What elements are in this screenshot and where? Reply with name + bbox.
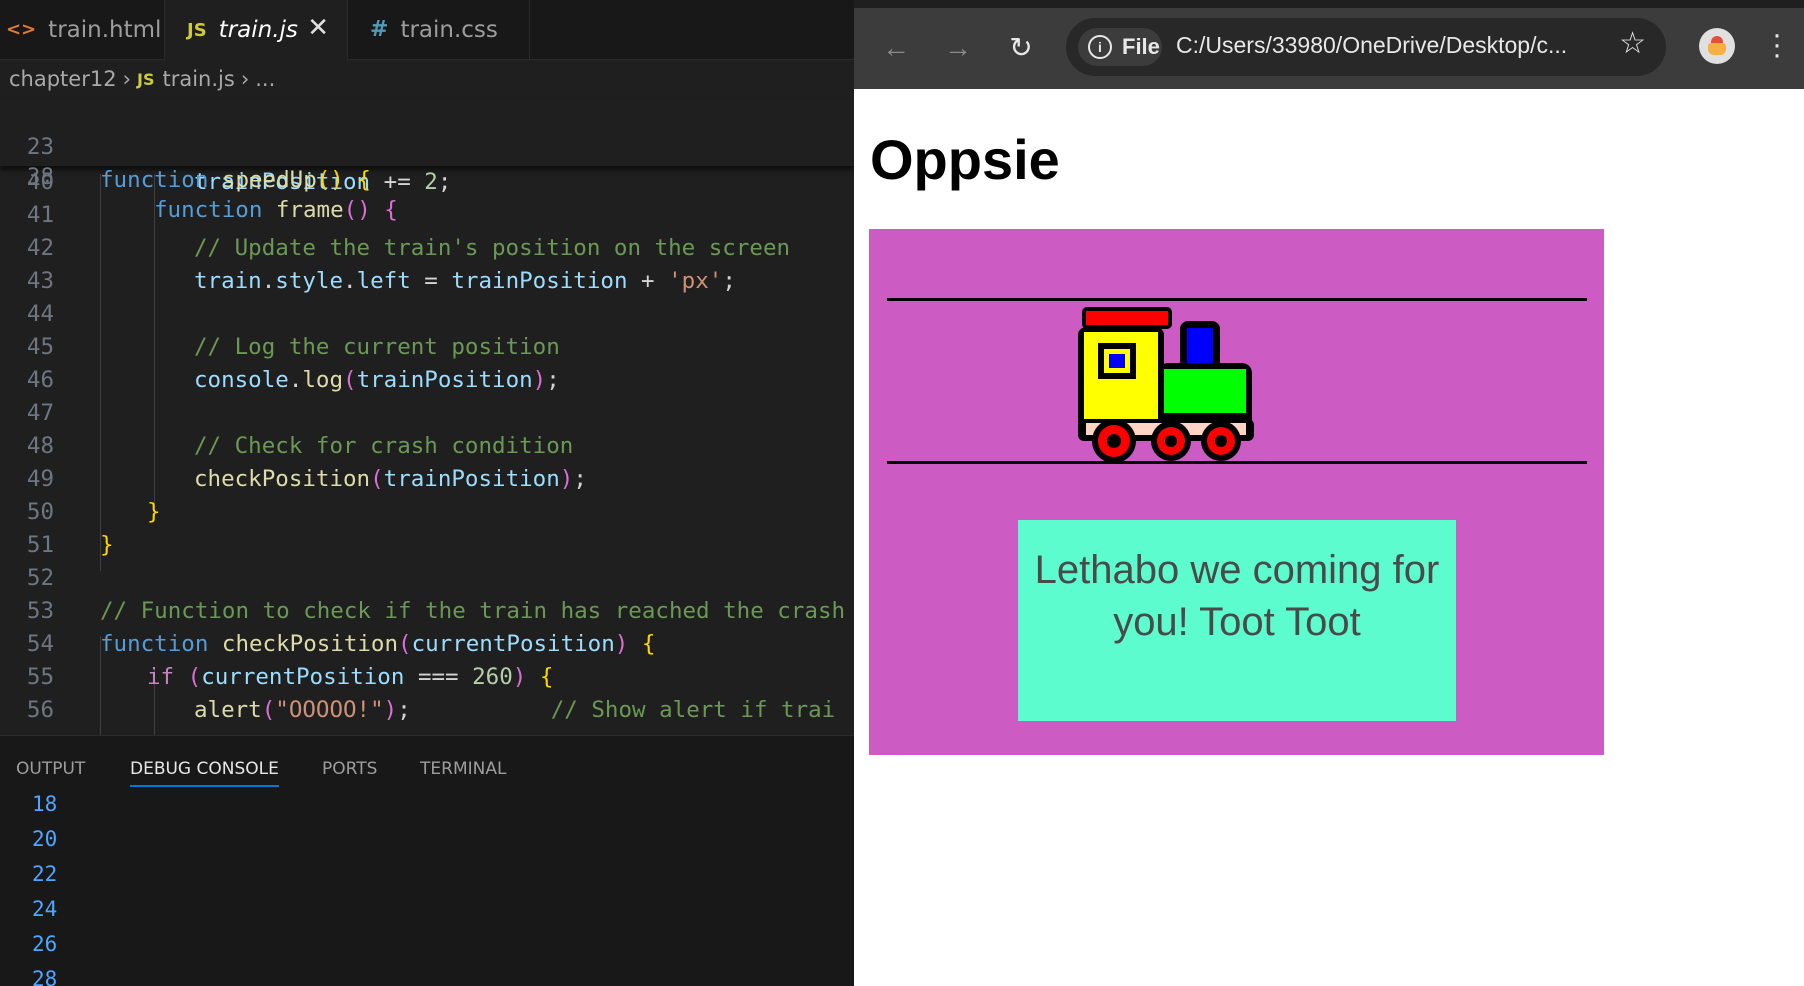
- chevron-right-icon: ›: [240, 67, 250, 91]
- close-tab-icon[interactable]: ✕: [307, 13, 329, 43]
- sticky-scroll-header[interactable]: 23 function speedUp() { 38 function fram…: [0, 98, 854, 223]
- tab-label: train.html: [48, 16, 162, 43]
- line-number: 38: [26, 164, 54, 190]
- code-line[interactable]: 53 // Function to check if the train has …: [0, 595, 854, 628]
- line-number: 55: [26, 664, 54, 690]
- line-number: 49: [26, 466, 54, 492]
- code-text: // Log the current position: [194, 334, 560, 360]
- kebab-menu-icon[interactable]: · · ·: [1772, 20, 1782, 70]
- sticky-line[interactable]: 38 function frame() {: [0, 128, 854, 223]
- line-number: 46: [26, 367, 54, 393]
- panel-tab-debug-console[interactable]: DEBUG CONSOLE: [130, 759, 279, 787]
- code-line[interactable]: 46 console.log(trainPosition);: [0, 364, 854, 397]
- profile-avatar-icon[interactable]: [1699, 28, 1735, 64]
- code-text: function checkPosition(currentPosition) …: [100, 631, 656, 657]
- code-text: checkPosition(trainPosition);: [194, 466, 587, 492]
- code-line[interactable]: 52: [0, 562, 854, 595]
- code-text: if (currentPosition === 260) {: [147, 664, 554, 690]
- line-number: 45: [26, 334, 54, 360]
- chevron-right-icon: ›: [122, 67, 131, 91]
- console-line: 26: [32, 932, 58, 956]
- url-text[interactable]: C:/Users/33980/OneDrive/Desktop/c...: [1176, 32, 1567, 59]
- console-line: 24: [32, 897, 58, 921]
- address-bar[interactable]: i File C:/Users/33980/OneDrive/Desktop/c…: [1066, 18, 1666, 76]
- tab-label: train.css: [400, 16, 498, 43]
- console-line: 22: [32, 862, 58, 886]
- browser-toolbar: ← → ↻ i File C:/Users/33980/OneDrive/Des…: [854, 0, 1804, 89]
- code-line[interactable]: 42// Update the train's position on the …: [0, 232, 854, 265]
- console-line: 28: [32, 967, 58, 986]
- code-line[interactable]: 48 // Check for crash condition: [0, 430, 854, 463]
- line-number: 52: [26, 565, 54, 591]
- code-line[interactable]: 51}: [0, 529, 854, 562]
- code-text: console.log(trainPosition);: [194, 367, 560, 393]
- code-text: train.style.left = trainPosition + 'px';: [194, 268, 736, 294]
- console-line: 18: [32, 792, 58, 816]
- code-text: // Update the train's position on the sc…: [194, 235, 791, 261]
- message-box: Lethabo we coming for you! Toot Toot: [1018, 520, 1456, 721]
- html-file-icon: <>: [6, 19, 37, 40]
- arrow-left-icon[interactable]: ←: [876, 28, 916, 68]
- editor-tab-bar: <> train.html JS train.js ✕ # train.css: [0, 0, 854, 60]
- code-text: alert("OOOOO!");// Show alert if trai: [194, 697, 836, 723]
- browser-window: ← → ↻ i File C:/Users/33980/OneDrive/Des…: [854, 0, 1804, 986]
- tab-train-css[interactable]: # train.css: [348, 0, 530, 59]
- line-number: 48: [26, 433, 54, 459]
- site-info-chip[interactable]: i File: [1078, 28, 1162, 66]
- sticky-line[interactable]: 23 function speedUp() {: [0, 98, 854, 193]
- star-icon[interactable]: ☆: [1619, 26, 1646, 61]
- info-icon: i: [1088, 35, 1112, 59]
- js-file-icon: JS: [187, 19, 207, 41]
- line-number: 54: [26, 631, 54, 657]
- vscode-window: <> train.html JS train.js ✕ # train.css …: [0, 0, 854, 986]
- panel-tab-bar: OUTPUT DEBUG CONSOLE PORTS TERMINAL: [0, 736, 854, 796]
- code-line[interactable]: 47: [0, 397, 854, 430]
- code-line[interactable]: 43 train.style.left = trainPosition + 'px…: [0, 265, 854, 298]
- console-line: 20: [32, 827, 58, 851]
- breadcrumb-file[interactable]: train.js: [162, 67, 234, 91]
- panel-tab-ports[interactable]: PORTS: [322, 759, 377, 779]
- code-text: // Function to check if the train has re…: [100, 598, 846, 624]
- train-stage: Lethabo we coming for you! Toot Toot: [869, 229, 1604, 755]
- line-number: 50: [26, 499, 54, 525]
- code-line[interactable]: 56 alert("OOOOO!");// Show alert if trai: [0, 694, 854, 727]
- message-text: Lethabo we coming for you! Toot Toot: [1034, 548, 1440, 644]
- code-line[interactable]: 50}: [0, 496, 854, 529]
- code-text: }: [147, 499, 161, 525]
- line-number: 53: [26, 598, 54, 624]
- code-text: function speedUp() {: [100, 167, 371, 193]
- tab-label: train.js: [218, 17, 298, 43]
- reload-icon[interactable]: ↻: [1001, 28, 1041, 68]
- line-number: 43: [26, 268, 54, 294]
- js-file-icon: JS: [136, 69, 155, 89]
- line-number: 51: [26, 532, 54, 558]
- line-number: 44: [26, 301, 54, 327]
- panel-tab-output[interactable]: OUTPUT: [16, 759, 85, 779]
- css-file-icon: #: [370, 17, 389, 42]
- tab-train-html[interactable]: <> train.html: [0, 0, 165, 59]
- train-icon: [1078, 307, 1254, 463]
- code-line[interactable]: 54 function checkPosition(currentPosition…: [0, 628, 854, 661]
- code-text: // Check for crash condition: [194, 433, 574, 459]
- code-text: }: [100, 532, 114, 558]
- site-chip-label: File: [1122, 34, 1160, 59]
- tab-train-js[interactable]: JS train.js ✕: [165, 0, 348, 60]
- line-number: 47: [26, 400, 54, 426]
- code-line[interactable]: 45 // Log the current position: [0, 331, 854, 364]
- code-line[interactable]: 44: [0, 298, 854, 331]
- code-line[interactable]: 55 if (currentPosition === 260) {: [0, 661, 854, 694]
- bottom-panel: OUTPUT DEBUG CONSOLE PORTS TERMINAL 18 2…: [0, 735, 854, 986]
- arrow-right-icon[interactable]: →: [938, 28, 978, 68]
- line-number: 56: [26, 697, 54, 723]
- page-title: Oppsie: [870, 128, 1060, 191]
- code-text: function frame() {: [154, 197, 398, 223]
- breadcrumb: chapter12 › JS train.js › ...: [9, 64, 275, 94]
- panel-tab-terminal[interactable]: TERMINAL: [420, 759, 506, 779]
- breadcrumb-more[interactable]: ...: [255, 67, 275, 91]
- breadcrumb-folder[interactable]: chapter12: [9, 67, 117, 91]
- code-line[interactable]: 49 checkPosition(trainPosition);: [0, 463, 854, 496]
- code-line[interactable]: 41: [0, 199, 854, 232]
- code-editor[interactable]: 40 trainPosition += 2; 41 42// Update the t…: [0, 169, 854, 735]
